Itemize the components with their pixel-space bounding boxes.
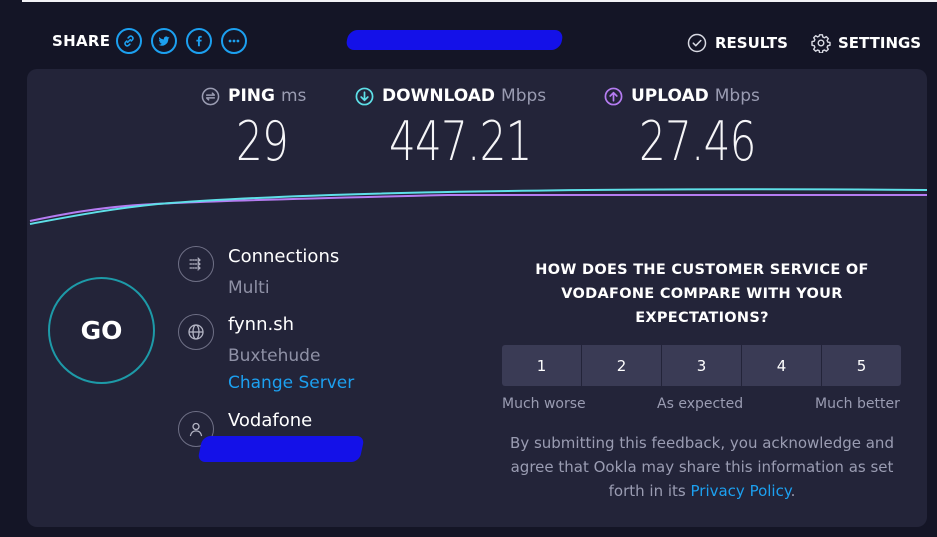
rating-scale: 1 2 3 4 5 [502,345,901,386]
rating-option-3[interactable]: 3 [662,345,741,386]
ping-label: PING [228,86,275,106]
upload-label: UPLOAD [631,86,709,106]
share-label: SHARE [52,32,111,50]
twitter-icon[interactable] [151,28,177,54]
ping-metric: PING ms [201,86,306,106]
download-label: DOWNLOAD [382,86,496,106]
link-icon[interactable] [116,28,142,54]
privacy-policy-link[interactable]: Privacy Policy [691,482,791,500]
upload-icon [604,87,623,105]
download-unit: Mbps [501,86,547,106]
results-link[interactable]: RESULTS [687,33,788,53]
share-icons [116,28,247,54]
survey-question: HOW DOES THE CUSTOMER SERVICE OF VODAFON… [535,262,869,326]
ping-unit: ms [280,86,307,106]
download-value: 447.21 [389,110,532,173]
rating-option-1[interactable]: 1 [502,345,581,386]
upload-metric: UPLOAD Mbps [604,86,760,106]
change-server-link[interactable]: Change Server [228,373,354,393]
scale-high-label: Much better [815,396,900,412]
scale-mid-label: As expected [657,396,744,412]
rating-option-4[interactable]: 4 [742,345,821,386]
results-label: RESULTS [715,34,788,52]
globe-icon [178,314,214,350]
connections-title: Connections [228,246,340,267]
settings-link[interactable]: SETTINGS [811,33,921,53]
connections-value: Multi [228,278,270,298]
settings-label: SETTINGS [838,34,922,52]
scale-low-label: Much worse [502,396,586,412]
more-icon[interactable] [221,28,247,54]
feedback-disclaimer: By submitting this feedback, you acknowl… [502,431,902,503]
rating-option-5[interactable]: 5 [822,345,901,386]
upload-graph-line [29,194,927,222]
facebook-icon[interactable] [186,28,212,54]
check-circle-icon [687,33,707,53]
upload-value: 27.46 [639,110,756,173]
connections-icon [178,246,214,282]
speed-graph [29,188,927,225]
provider-name: Vodafone [228,410,313,431]
go-button[interactable]: GO [48,277,155,384]
download-metric: DOWNLOAD Mbps [355,86,546,106]
redaction-mark [197,436,365,462]
redaction-mark [345,30,564,50]
server-name: fynn.sh [228,314,294,335]
ping-icon [201,87,220,105]
download-icon [355,87,374,105]
server-location: Buxtehude [228,346,321,366]
disclaimer-period: . [790,482,796,500]
top-border [22,0,937,2]
upload-unit: Mbps [714,86,760,106]
rating-option-2[interactable]: 2 [582,345,661,386]
gear-icon [811,34,831,53]
ping-value: 29 [236,110,289,173]
